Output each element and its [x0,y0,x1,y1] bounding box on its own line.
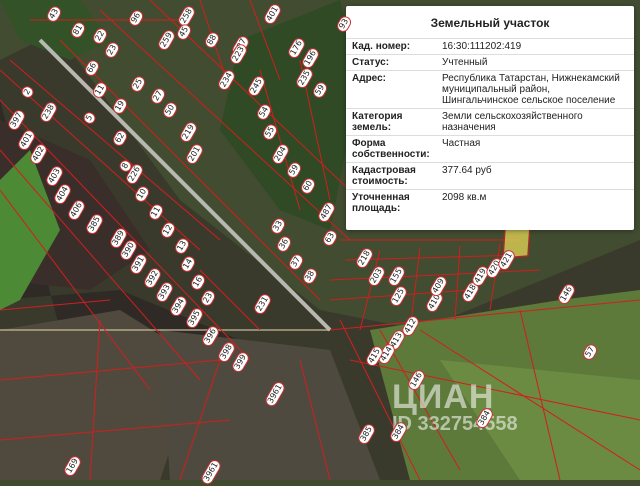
info-key: Кадастровая стоимость: [352,165,416,187]
info-value: 16:30:111202:419 [442,41,522,52]
info-value: 377.64 руб [442,165,492,176]
info-value: Учтенный [442,57,488,68]
info-row-ownership: Форма собственности: Частная [346,135,634,162]
info-row-status: Статус: Учтенный [346,54,634,70]
info-row-address: Адрес: Республика Татарстан, Нижнекамски… [346,70,634,108]
info-row-land-category: Категория земель: Земли сельскохозяйстве… [346,108,634,135]
plot-info-panel: Земельный участок Кад. номер: 16:30:1112… [346,6,634,230]
info-key: Форма собственности: [352,138,430,160]
watermark-id: ID 332754558 [392,413,518,435]
info-key: Уточненная площадь: [352,192,410,214]
info-row-area: Уточненная площадь: 2098 кв.м [346,189,634,216]
info-value: Республика Татарстан, Нижнекамский муниц… [442,73,620,106]
info-value: Земли сельскохозяйственного назначения [442,111,583,133]
info-row-cadastral-value: Кадастровая стоимость: 377.64 руб [346,162,634,189]
info-value: 2098 кв.м [442,192,487,203]
info-key: Кад. номер: [352,41,411,52]
info-title: Земельный участок [430,16,550,30]
info-key: Адрес: [352,73,386,84]
info-key: Категория земель: [352,111,403,133]
info-key: Статус: [352,57,390,68]
info-row-cadastral-number: Кад. номер: 16:30:111202:419 [346,38,634,54]
info-value: Частная [442,138,481,149]
